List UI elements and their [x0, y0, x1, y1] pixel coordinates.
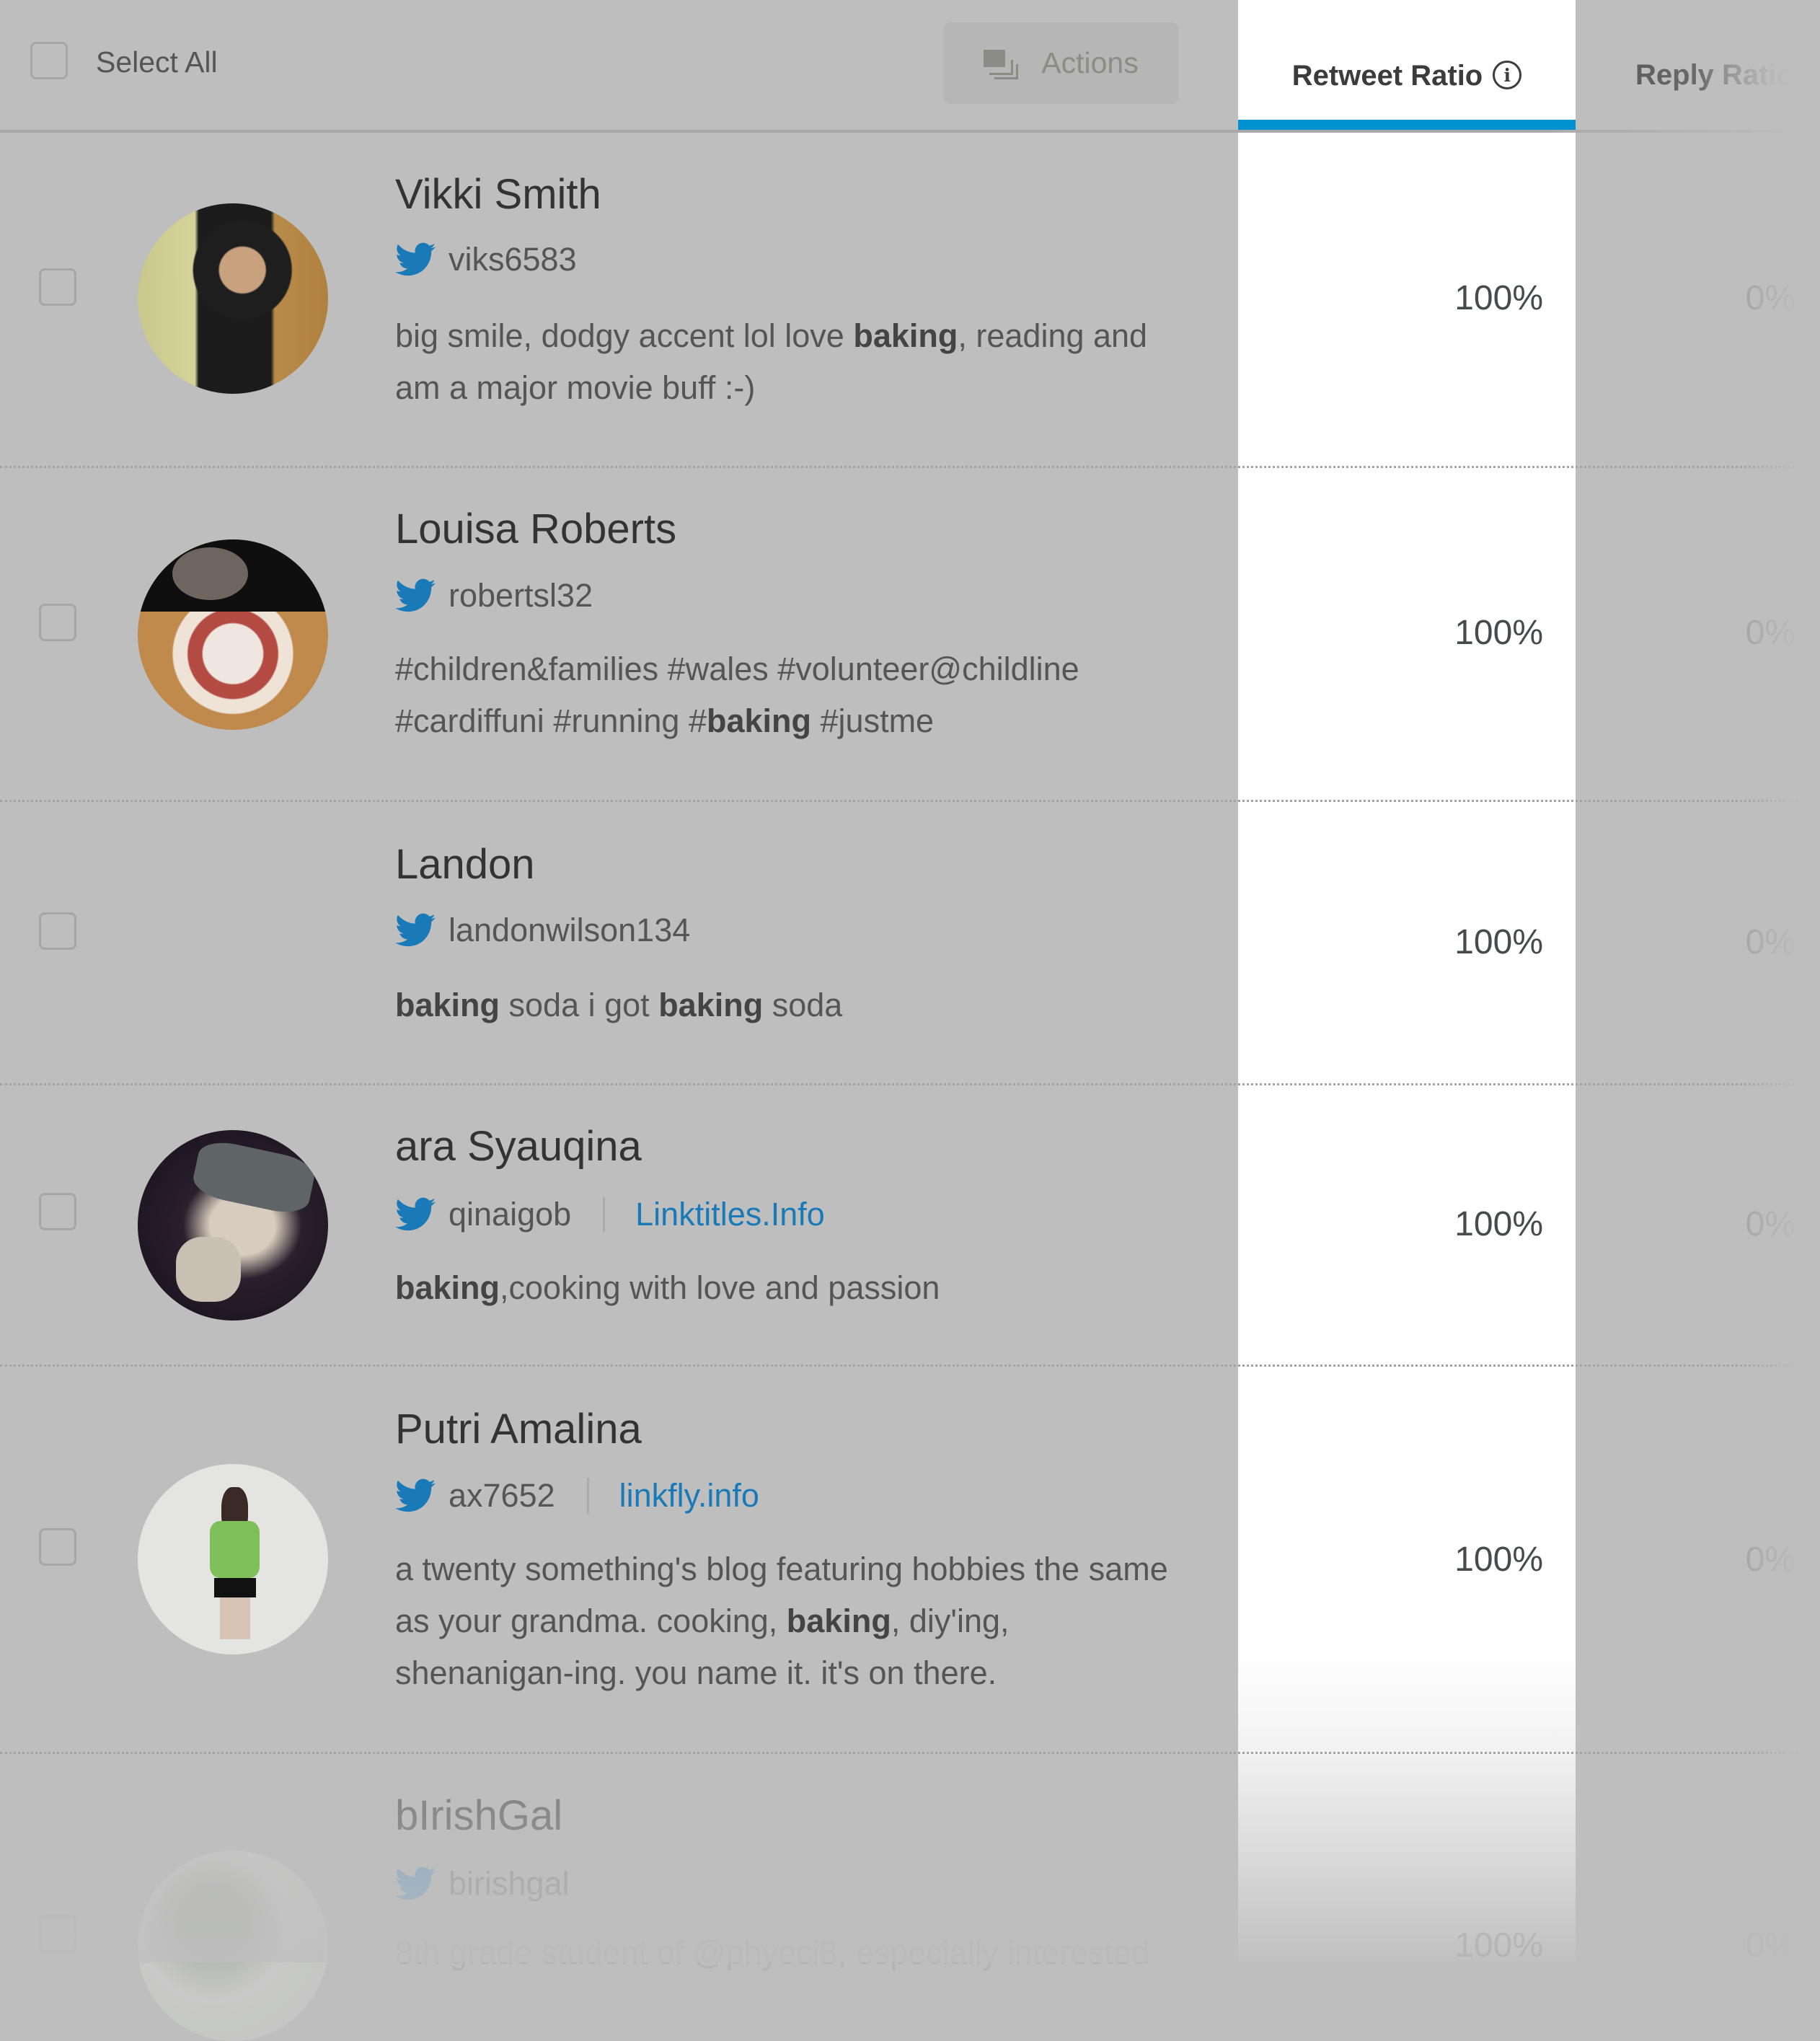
- separator: [586, 1478, 589, 1514]
- actions-label: Actions: [1041, 46, 1139, 79]
- separator: [603, 1196, 606, 1233]
- user-name[interactable]: ara Syauqina: [395, 1122, 642, 1171]
- handle-line: ax7652 linkfly.info: [395, 1477, 759, 1515]
- avatar[interactable]: [138, 1464, 328, 1654]
- user-bio: baking soda i got baking soda: [395, 987, 843, 1023]
- user-name[interactable]: Putri Amalina: [395, 1405, 642, 1453]
- twitter-bird-icon: [395, 913, 436, 947]
- user-handle[interactable]: birishgal: [449, 1865, 570, 1903]
- avatar[interactable]: [138, 539, 328, 730]
- user-name[interactable]: Vikki Smith: [395, 170, 601, 219]
- actions-button[interactable]: Actions: [943, 22, 1179, 104]
- retweet-ratio-value: 100%: [1454, 1540, 1543, 1579]
- handle-line: qinaigob Linktitles.Info: [395, 1196, 825, 1233]
- twitter-bird-icon: [395, 578, 436, 612]
- user-handle[interactable]: ax7652: [449, 1477, 555, 1515]
- retweet-ratio-value: 100%: [1454, 279, 1543, 317]
- retweet-ratio-label: Retweet Ratio: [1291, 60, 1483, 92]
- retweet-ratio-value: 100%: [1454, 1926, 1543, 1965]
- info-icon[interactable]: i: [1493, 61, 1522, 89]
- avatar[interactable]: [138, 1851, 328, 2041]
- horizontal-scroll-fade: [1741, 0, 1820, 1962]
- avatar[interactable]: [138, 1130, 328, 1321]
- select-all-checkbox[interactable]: [30, 42, 68, 79]
- select-all-label[interactable]: Select All: [96, 43, 218, 81]
- user-website-link[interactable]: Linktitles.Info: [635, 1196, 825, 1233]
- tab-retweet-ratio[interactable]: Retweet Ratio i: [1238, 0, 1576, 120]
- twitter-bird-icon: [395, 1197, 436, 1231]
- user-handle[interactable]: landonwilson134: [449, 912, 690, 949]
- user-handle[interactable]: viks6583: [449, 241, 577, 278]
- handle-line: viks6583: [395, 241, 577, 278]
- active-tab-indicator: [1238, 120, 1576, 130]
- user-name[interactable]: Landon: [395, 840, 535, 889]
- twitter-bird-icon: [395, 242, 436, 276]
- handle-line: robertsl32: [395, 577, 593, 614]
- avatar[interactable]: [138, 203, 328, 394]
- row-divider: [0, 1083, 1820, 1085]
- user-handle[interactable]: qinaigob: [449, 1196, 571, 1233]
- retweet-ratio-value: 100%: [1454, 614, 1543, 652]
- row-checkbox[interactable]: [39, 604, 76, 641]
- retweet-ratio-value: 100%: [1454, 1205, 1543, 1243]
- twitter-bird-icon: [395, 1478, 436, 1512]
- user-bio: big smile, dodgy accent lol love baking,…: [395, 317, 1148, 406]
- user-bio: baking,cooking with love and passion: [395, 1269, 940, 1306]
- user-website-link[interactable]: linkfly.info: [619, 1477, 759, 1515]
- retweet-ratio-value: 100%: [1454, 923, 1543, 961]
- row-checkbox[interactable]: [39, 1193, 76, 1230]
- handle-line: birishgal: [395, 1865, 570, 1903]
- list-header: Select All Actions: [0, 0, 1238, 131]
- user-handle[interactable]: robertsl32: [449, 577, 593, 614]
- row-checkbox[interactable]: [39, 268, 76, 306]
- user-name[interactable]: Louisa Roberts: [395, 505, 676, 553]
- row-checkbox[interactable]: [39, 1528, 76, 1566]
- row-divider: [0, 1365, 1820, 1367]
- stack-icon: [984, 49, 1019, 79]
- row-divider: [0, 1752, 1820, 1754]
- user-bio: 8th grade student of @phyeci8, especiall…: [395, 1934, 1150, 1971]
- row-checkbox[interactable]: [39, 912, 76, 950]
- handle-line: landonwilson134: [395, 912, 690, 949]
- user-bio: a twenty something's blog featuring hobb…: [395, 1551, 1168, 1691]
- row-checkbox[interactable]: [39, 1915, 76, 1952]
- row-divider: [0, 466, 1820, 468]
- user-bio: #children&families #wales #volunteer@chi…: [395, 651, 1079, 739]
- row-divider: [0, 800, 1820, 802]
- user-name[interactable]: bIrishGal: [395, 1791, 562, 1840]
- header-divider: [0, 130, 1820, 133]
- twitter-bird-icon: [395, 1866, 436, 1900]
